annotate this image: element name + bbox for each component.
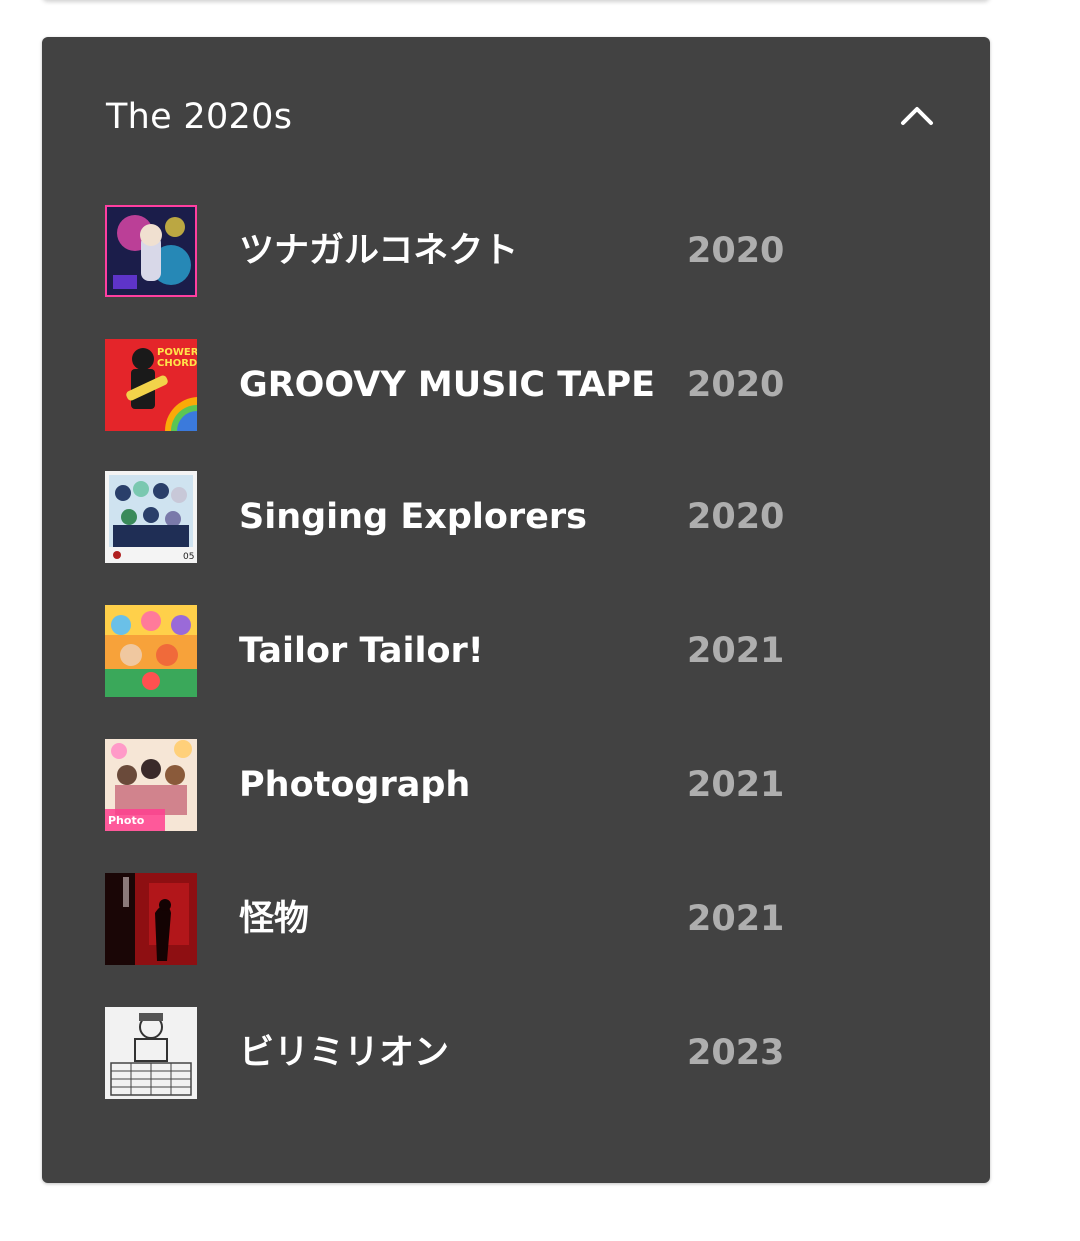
album-cover	[105, 1007, 197, 1099]
album-item[interactable]: Photo Photograph 2021	[42, 739, 990, 831]
album-year: 2020	[687, 497, 785, 537]
album-title: Tailor Tailor!	[239, 631, 484, 671]
album-year: 2021	[687, 765, 785, 805]
album-list: ツナガルコネクト 2020 POWER CHORD GROOVY MUSIC T…	[42, 37, 990, 1183]
album-cover: 05	[105, 471, 197, 563]
album-year: 2023	[687, 1033, 785, 1073]
album-cover	[105, 873, 197, 965]
album-year: 2020	[687, 365, 785, 405]
album-title: 怪物	[239, 899, 310, 939]
album-item[interactable]: 怪物 2021	[42, 873, 990, 965]
album-item[interactable]: ビリミリオン 2023	[42, 1007, 990, 1099]
decade-section-panel: The 2020s ツナガルコネクト 2020 POWER CHORD GROO…	[42, 37, 990, 1183]
album-cover: Photo	[105, 739, 197, 831]
album-item[interactable]: ツナガルコネクト 2020	[42, 205, 990, 297]
album-year: 2021	[687, 899, 785, 939]
album-cover: POWER CHORD	[105, 339, 197, 431]
album-item[interactable]: POWER CHORD GROOVY MUSIC TAPE 2020	[42, 339, 990, 431]
svg-text:Photo: Photo	[108, 814, 145, 827]
svg-text:POWER: POWER	[157, 347, 197, 358]
album-cover	[105, 605, 197, 697]
album-title: GROOVY MUSIC TAPE	[239, 365, 656, 405]
album-title: Singing Explorers	[239, 497, 588, 537]
album-title: ツナガルコネクト	[239, 231, 519, 271]
album-year: 2021	[687, 631, 785, 671]
album-title: ビリミリオン	[239, 1033, 450, 1073]
svg-text:CHORD: CHORD	[157, 358, 197, 369]
svg-text:05: 05	[183, 552, 194, 562]
album-title: Photograph	[239, 765, 471, 805]
album-item[interactable]: 05 Singing Explorers 2020	[42, 471, 990, 563]
album-item[interactable]: Tailor Tailor! 2021	[42, 605, 990, 697]
album-cover	[105, 205, 197, 297]
album-year: 2020	[687, 231, 785, 271]
